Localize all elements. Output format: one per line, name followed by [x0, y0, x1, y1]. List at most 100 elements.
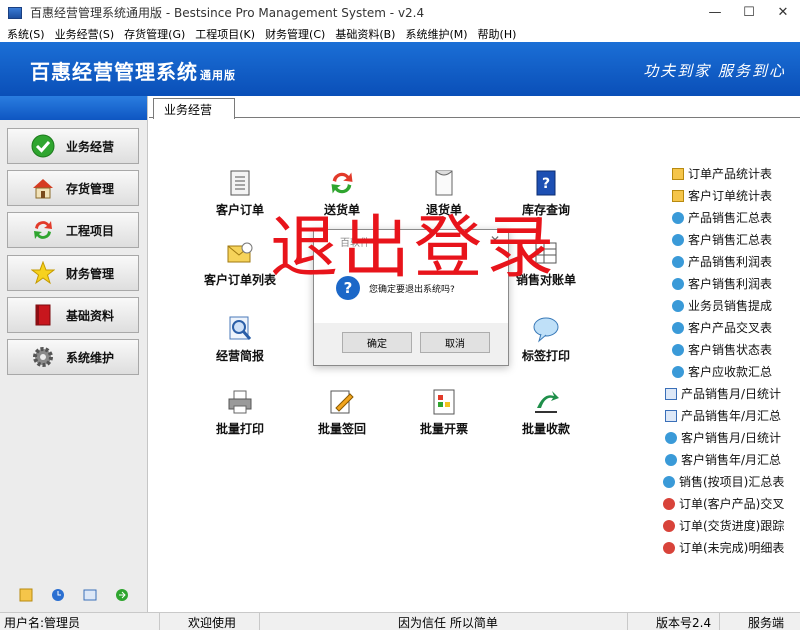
nav-finance-button[interactable]: 财务管理	[7, 255, 139, 291]
func-label: 批量开票	[419, 422, 468, 436]
globe-icon	[663, 475, 675, 488]
magnifier-icon	[225, 314, 255, 344]
house-icon	[30, 175, 56, 201]
report-item[interactable]: 业务员销售提成	[672, 297, 772, 314]
globe-icon	[665, 453, 677, 466]
status-welcome: 欢迎使用	[160, 613, 260, 630]
cycle-arrows-icon	[30, 217, 56, 243]
menu-project[interactable]: 工程项目(K)	[195, 26, 255, 42]
globe-icon	[672, 299, 684, 312]
globe-red-icon	[663, 497, 675, 510]
func-label: 标签打印	[521, 349, 570, 363]
report-item[interactable]: 产品销售利润表	[672, 253, 772, 270]
report-item[interactable]: 客户销售汇总表	[672, 231, 772, 248]
menu-system[interactable]: 系统(S)	[7, 26, 45, 42]
nav-label: 基础资料	[66, 308, 115, 323]
func-business-brief[interactable]: 经营简报	[195, 314, 285, 364]
nav-maintenance-button[interactable]: 系统维护	[7, 339, 139, 375]
func-batch-invoice[interactable]: 批量开票	[399, 387, 489, 437]
report-item[interactable]: 产品销售月/日统计	[665, 385, 781, 402]
globe-icon	[672, 233, 684, 246]
document-icon	[225, 168, 255, 198]
svg-text:?: ?	[542, 176, 550, 192]
nav-label: 存货管理	[66, 181, 115, 196]
report-item[interactable]: 客户销售状态表	[672, 341, 772, 358]
globe-icon	[672, 277, 684, 290]
report-item[interactable]: 客户订单统计表	[672, 187, 772, 204]
menu-finance[interactable]: 财务管理(C)	[265, 26, 325, 42]
nav-basic-data-button[interactable]: 基础资料	[7, 297, 139, 333]
left-panel-header	[0, 96, 147, 120]
menu-inventory[interactable]: 存货管理(G)	[124, 26, 185, 42]
invoice-icon	[429, 387, 459, 417]
report-item[interactable]: 订单(未完成)明细表	[663, 539, 784, 556]
envelope-icon	[225, 238, 255, 268]
cancel-button[interactable]: 取消	[420, 332, 490, 353]
key-icon[interactable]	[19, 588, 33, 602]
dialog-footer: 确定 取消	[314, 323, 508, 365]
globe-icon	[672, 321, 684, 334]
func-batch-print[interactable]: 批量打印	[195, 387, 285, 437]
green-check-icon	[30, 133, 56, 159]
banner-slogan: 功夫到家 服务到心	[643, 62, 786, 80]
menu-bar: 系统(S) 业务经营(S) 存货管理(G) 工程项目(K) 财务管理(C) 基础…	[0, 25, 800, 42]
speech-bubble-icon	[531, 314, 561, 344]
report-item[interactable]: 客户销售月/日统计	[665, 429, 781, 446]
window-icon	[665, 387, 677, 400]
report-item[interactable]: 销售(按项目)汇总表	[663, 473, 784, 490]
header-banner: 百惠经营管理系统 通用版 功夫到家 服务到心	[0, 42, 800, 96]
menu-business[interactable]: 业务经营(S)	[55, 26, 115, 42]
status-server: 服务端	[748, 615, 785, 630]
func-label: 批量签回	[317, 422, 366, 436]
status-motto: 因为信任 所以简单	[260, 613, 628, 630]
menu-basic-data[interactable]: 基础资料(B)	[335, 26, 395, 42]
report-item[interactable]: 订单(交货进度)跟踪	[663, 517, 784, 534]
window-icon[interactable]	[83, 588, 97, 602]
globe-icon	[672, 211, 684, 224]
globe-icon	[672, 343, 684, 356]
ok-button[interactable]: 确定	[342, 332, 412, 353]
exit-icon[interactable]	[115, 588, 129, 602]
report-item[interactable]: 客户销售利润表	[672, 275, 772, 292]
printer-icon	[225, 387, 255, 417]
tab-strip: 业务经营	[149, 96, 800, 119]
tab-business[interactable]: 业务经营	[153, 98, 235, 119]
func-label-print[interactable]: 标签打印	[501, 314, 591, 364]
func-batch-signback[interactable]: 批量签回	[297, 387, 387, 437]
globe-icon	[672, 255, 684, 268]
nav-label: 财务管理	[66, 266, 115, 281]
banner-title: 百惠经营管理系统 通用版	[30, 60, 236, 84]
globe-icon	[672, 365, 684, 378]
report-item[interactable]: 产品销售汇总表	[672, 209, 772, 226]
globe-red-icon	[663, 519, 675, 532]
nav-inventory-button[interactable]: 存货管理	[7, 170, 139, 206]
globe-red-icon	[663, 541, 675, 554]
left-nav-panel: 业务经营 存货管理 工程项目 财务管理 基础资料 系统维护	[0, 96, 148, 612]
nav-business-button[interactable]: 业务经营	[7, 128, 139, 164]
minimize-button[interactable]: —	[698, 0, 732, 25]
func-batch-collect[interactable]: 批量收款	[501, 387, 591, 437]
func-label: 批量收款	[521, 422, 570, 436]
status-bar: 用户名:管理员 欢迎使用 因为信任 所以简单 版本号2.4 服务端	[0, 612, 800, 630]
menu-maintenance[interactable]: 系统维护(M)	[405, 26, 467, 42]
clock-icon[interactable]	[51, 588, 65, 602]
nav-project-button[interactable]: 工程项目	[7, 212, 139, 248]
nav-label: 工程项目	[66, 223, 115, 238]
menu-help[interactable]: 帮助(H)	[478, 26, 517, 42]
folder-icon	[672, 167, 684, 180]
maximize-button[interactable]: ☐	[732, 0, 766, 25]
report-item[interactable]: 订单产品统计表	[672, 165, 772, 182]
status-version: 版本号2.4	[628, 613, 720, 630]
status-user: 用户名:管理员	[0, 613, 160, 630]
report-item[interactable]: 订单(客户产品)交叉	[663, 495, 784, 512]
report-item[interactable]: 产品销售年/月汇总	[665, 407, 781, 424]
app-icon	[8, 6, 22, 19]
report-item[interactable]: 客户应收款汇总	[672, 363, 772, 380]
close-button[interactable]: ✕	[766, 0, 800, 25]
gear-icon	[30, 344, 56, 370]
title-bar: 百惠经营管理系统通用版 - Bestsince Pro Management S…	[0, 0, 800, 25]
report-item[interactable]: 客户产品交叉表	[672, 319, 772, 336]
report-item[interactable]: 客户销售年/月汇总	[665, 451, 781, 468]
left-footer-toolbar	[0, 588, 148, 602]
func-label: 批量打印	[215, 422, 264, 436]
